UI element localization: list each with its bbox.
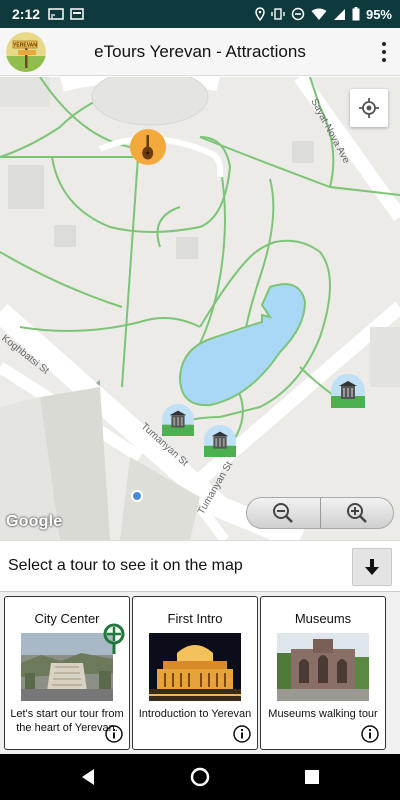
zoom-in-icon <box>346 503 367 523</box>
tour-photo <box>21 633 113 701</box>
vibrate-icon <box>271 8 285 20</box>
system-nav-bar <box>0 754 400 800</box>
do-not-disturb-icon <box>291 7 305 21</box>
overflow-menu-icon[interactable] <box>380 40 388 64</box>
recents-icon[interactable] <box>302 767 322 787</box>
tour-title: First Intro <box>167 611 223 626</box>
tour-card-museums[interactable]: Museums Museums walking tour <box>260 596 386 750</box>
tour-title: Museums <box>294 611 352 626</box>
attraction-marker-museum[interactable] <box>204 425 236 457</box>
app-bar: YEREVAN eTours Yerevan - Attractions <box>0 28 400 76</box>
calendar-icon <box>70 8 84 20</box>
zoom-out-button[interactable] <box>247 498 320 528</box>
tour-photo <box>149 633 241 701</box>
app-screen: 2:12 95% YEREVAN eTours Yerevan - Attrac… <box>0 0 400 800</box>
battery-icon <box>352 7 360 21</box>
battery-percent: 95% <box>365 6 392 22</box>
museum-icon <box>331 374 365 408</box>
map-view[interactable]: Sayat-Nova Ave Koghbatsi St Tumanyan St … <box>0 77 400 540</box>
guitar-icon <box>142 135 154 160</box>
tour-card-city-center[interactable]: City Center Let's start our tour from th… <box>4 596 130 750</box>
zoom-out-icon <box>273 503 294 523</box>
page-title: eTours Yerevan - Attractions <box>94 41 306 61</box>
tour-description: Museums walking tour <box>268 708 378 720</box>
zoom-in-button[interactable] <box>321 498 394 528</box>
zoom-controls <box>246 497 394 529</box>
status-time: 2:12 <box>12 6 41 22</box>
cast-icon <box>48 8 64 20</box>
museum-icon <box>162 404 194 436</box>
back-icon[interactable] <box>78 767 98 787</box>
info-icon[interactable] <box>361 725 379 743</box>
google-attribution: Google <box>6 513 63 530</box>
tour-photo <box>277 633 369 701</box>
attraction-marker-museum[interactable] <box>162 404 194 436</box>
signal-icon <box>333 8 345 20</box>
info-icon[interactable] <box>105 725 123 743</box>
tour-card-first-intro[interactable]: First Intro Introduction to Yerevan <box>132 596 258 750</box>
tour-badge-icon <box>103 623 125 654</box>
crosshair-icon <box>359 98 379 118</box>
attraction-marker-museum[interactable] <box>331 374 365 408</box>
my-location-button[interactable] <box>350 89 388 127</box>
arrow-down-icon <box>365 559 379 575</box>
tour-select-bar: Select a tour to see it on the map <box>0 540 400 592</box>
tour-list: City Center Let's start our tour from th… <box>0 592 400 754</box>
home-icon[interactable] <box>190 767 210 787</box>
expand-tours-button[interactable] <box>352 548 392 586</box>
my-location-dot <box>131 490 143 502</box>
notification-icons <box>48 8 84 20</box>
status-bar: 2:12 95% <box>0 0 400 28</box>
tour-description: Introduction to Yerevan <box>138 708 252 720</box>
museum-icon <box>204 425 236 457</box>
select-tour-label: Select a tour to see it on the map <box>8 557 243 574</box>
attraction-marker-guitar[interactable] <box>130 129 166 165</box>
info-icon[interactable] <box>233 725 251 743</box>
wifi-icon <box>311 8 327 20</box>
system-icons: 95% <box>255 7 392 22</box>
location-pin-icon <box>255 7 265 21</box>
